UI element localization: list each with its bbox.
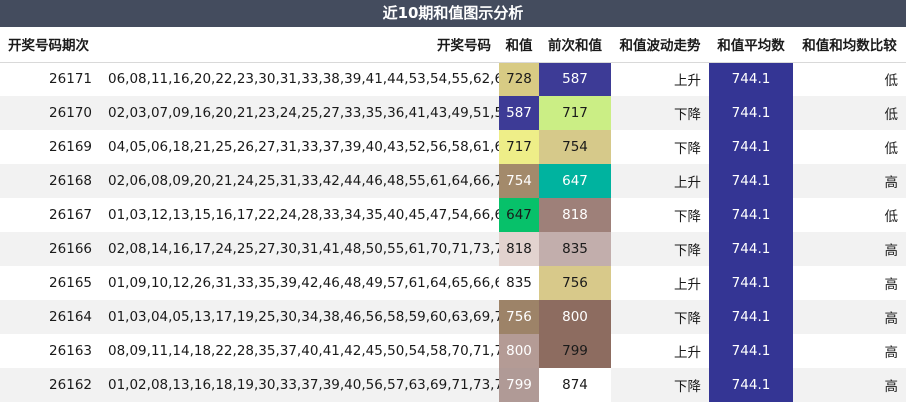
header-sum: 和值	[499, 27, 539, 63]
avg-cell: 744.1	[709, 334, 793, 368]
period-cell: 26170	[49, 105, 92, 121]
prev-sum-cell: 717	[539, 96, 611, 130]
numbers-cell: 01,03,04,05,13,17,19,25,30,34,38,46,56,5…	[108, 309, 499, 325]
compare-cell: 高	[884, 277, 899, 293]
trend-cell: 上升	[674, 345, 701, 361]
numbers-cell: 01,09,10,12,26,31,33,35,39,42,46,48,49,5…	[108, 275, 499, 291]
sum-cell: 800	[499, 334, 539, 368]
trend-cell: 上升	[674, 277, 701, 293]
header-avg: 和值平均数	[709, 27, 793, 63]
numbers-cell: 02,03,07,09,16,20,21,23,24,25,27,33,35,3…	[108, 105, 499, 121]
table-row: 26171 06,08,11,16,20,22,23,30,31,33,38,39…	[0, 62, 906, 96]
sum-analysis-table: 开奖号码期次 开奖号码 和值 前次和值 和值波动走势 和值平均数 和值和均数比较…	[0, 27, 906, 402]
compare-cell: 高	[884, 175, 899, 191]
sum-cell: 717	[499, 130, 539, 164]
table-row: 26170 02,03,07,09,16,20,21,23,24,25,27,33…	[0, 96, 906, 130]
avg-cell: 744.1	[709, 96, 793, 130]
numbers-cell: 02,06,08,09,20,21,24,25,31,33,42,44,46,4…	[108, 173, 499, 189]
header-trend: 和值波动走势	[611, 27, 709, 63]
table-row: 26166 02,08,14,16,17,24,25,27,30,31,41,48…	[0, 232, 906, 266]
prev-sum-cell: 756	[539, 266, 611, 300]
compare-cell: 低	[884, 141, 899, 157]
prev-sum-cell: 587	[539, 62, 611, 96]
period-cell: 26171	[49, 71, 92, 88]
compare-cell: 高	[884, 345, 899, 361]
numbers-cell: 06,08,11,16,20,22,23,30,31,33,38,39,41,4…	[108, 71, 499, 88]
trend-cell: 下降	[674, 311, 701, 327]
sum-cell: 799	[499, 368, 539, 402]
period-cell: 26165	[49, 275, 92, 291]
sum-cell: 756	[499, 300, 539, 334]
avg-cell: 744.1	[709, 130, 793, 164]
compare-cell: 高	[884, 311, 899, 327]
period-cell: 26162	[49, 377, 92, 393]
table-row: 26169 04,05,06,18,21,25,26,27,31,33,37,39…	[0, 130, 906, 164]
table-row: 26162 01,02,08,13,16,18,19,30,33,37,39,40…	[0, 368, 906, 402]
compare-cell: 低	[884, 209, 899, 225]
compare-cell: 低	[884, 107, 899, 123]
trend-cell: 下降	[674, 379, 701, 395]
avg-cell: 744.1	[709, 232, 793, 266]
prev-sum-cell: 818	[539, 198, 611, 232]
table-row: 26164 01,03,04,05,13,17,19,25,30,34,38,46…	[0, 300, 906, 334]
period-cell: 26166	[49, 241, 92, 257]
avg-cell: 744.1	[709, 62, 793, 96]
header-period: 开奖号码期次	[0, 27, 100, 63]
period-cell: 26168	[49, 173, 92, 189]
sum-cell: 835	[499, 266, 539, 300]
table-body: 26171 06,08,11,16,20,22,23,30,31,33,38,39…	[0, 62, 906, 402]
table-row: 26168 02,06,08,09,20,21,24,25,31,33,42,44…	[0, 164, 906, 198]
header-compare: 和值和均数比较	[793, 27, 906, 63]
period-cell: 26163	[49, 343, 92, 359]
avg-cell: 744.1	[709, 198, 793, 232]
numbers-cell: 08,09,11,14,18,22,28,35,37,40,41,42,45,5…	[108, 343, 499, 359]
trend-cell: 下降	[674, 209, 701, 225]
period-cell: 26164	[49, 309, 92, 325]
sum-cell: 647	[499, 198, 539, 232]
numbers-cell: 01,03,12,13,15,16,17,22,24,28,33,34,35,4…	[108, 207, 499, 223]
compare-cell: 低	[884, 73, 899, 90]
prev-sum-cell: 835	[539, 232, 611, 266]
trend-cell: 上升	[674, 175, 701, 191]
numbers-cell: 01,02,08,13,16,18,19,30,33,37,39,40,56,5…	[108, 377, 499, 393]
trend-cell: 下降	[674, 141, 701, 157]
header-numbers: 开奖号码	[100, 27, 499, 63]
sum-cell: 818	[499, 232, 539, 266]
sum-cell: 754	[499, 164, 539, 198]
avg-cell: 744.1	[709, 368, 793, 402]
avg-cell: 744.1	[709, 164, 793, 198]
numbers-cell: 02,08,14,16,17,24,25,27,30,31,41,48,50,5…	[108, 241, 499, 257]
prev-sum-cell: 754	[539, 130, 611, 164]
avg-cell: 744.1	[709, 266, 793, 300]
period-cell: 26169	[49, 139, 92, 155]
period-cell: 26167	[49, 207, 92, 223]
prev-sum-cell: 874	[539, 368, 611, 402]
sum-cell: 728	[499, 62, 539, 96]
sum-cell: 587	[499, 96, 539, 130]
trend-cell: 上升	[674, 73, 701, 90]
numbers-cell: 04,05,06,18,21,25,26,27,31,33,37,39,40,4…	[108, 139, 499, 155]
table-row: 26163 08,09,11,14,18,22,28,35,37,40,41,42…	[0, 334, 906, 368]
header-prev-sum: 前次和值	[539, 27, 611, 63]
trend-cell: 下降	[674, 243, 701, 259]
table-row: 26165 01,09,10,12,26,31,33,35,39,42,46,48…	[0, 266, 906, 300]
table-row: 26167 01,03,12,13,15,16,17,22,24,28,33,34…	[0, 198, 906, 232]
table-header-row: 开奖号码期次 开奖号码 和值 前次和值 和值波动走势 和值平均数 和值和均数比较	[0, 27, 906, 63]
prev-sum-cell: 800	[539, 300, 611, 334]
trend-cell: 下降	[674, 107, 701, 123]
avg-cell: 744.1	[709, 300, 793, 334]
prev-sum-cell: 647	[539, 164, 611, 198]
prev-sum-cell: 799	[539, 334, 611, 368]
compare-cell: 高	[884, 379, 899, 395]
compare-cell: 高	[884, 243, 899, 259]
page-title: 近10期和值图示分析	[0, 0, 906, 27]
